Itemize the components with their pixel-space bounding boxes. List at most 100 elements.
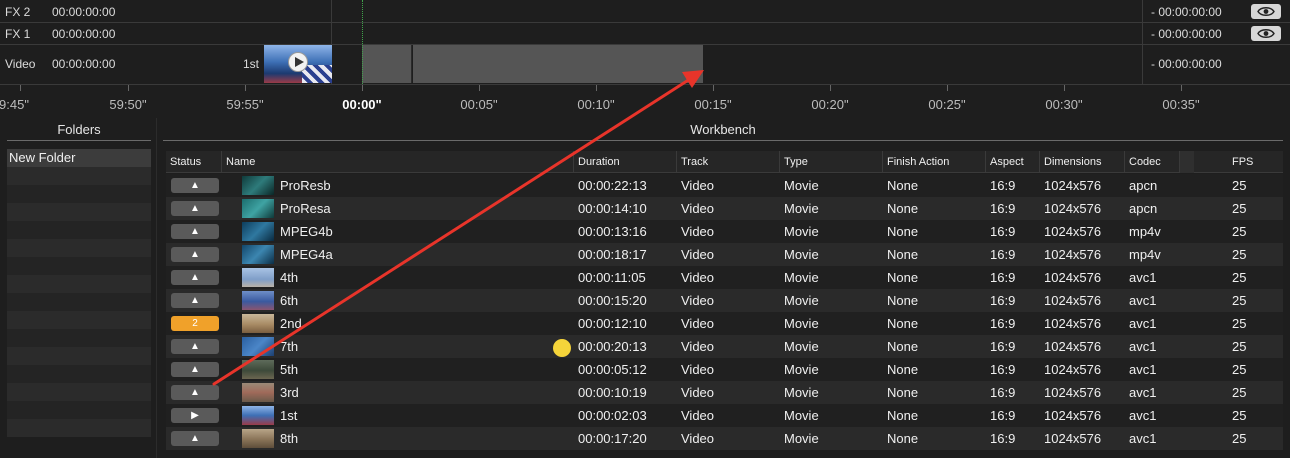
folders-panel: Folders New Folder — [7, 118, 151, 458]
column-header-aspect[interactable]: Aspect — [986, 151, 1040, 173]
timeline-clip[interactable] — [362, 45, 412, 83]
column-header-dimensions[interactable]: Dimensions — [1040, 151, 1125, 173]
cell-track: Video — [681, 385, 715, 400]
column-header-track[interactable]: Track — [677, 151, 780, 173]
time-ruler[interactable]: 9:45" 59:50" 59:55" 00:00" 00:05" 00:10"… — [0, 84, 1290, 118]
folder-empty-row — [7, 311, 151, 329]
status-button[interactable]: ▲ — [171, 431, 219, 446]
folder-item[interactable]: New Folder — [7, 149, 151, 167]
table-row[interactable]: ▲ ProResa 00:00:14:10 Video Movie None 1… — [166, 197, 1283, 220]
table-row[interactable]: ▲ 6th 00:00:15:20 Video Movie None 16:9 … — [166, 289, 1283, 312]
column-header-codec[interactable]: Codec — [1125, 151, 1180, 173]
eye-icon[interactable] — [1251, 4, 1281, 19]
cell-fps: 25 — [1232, 385, 1247, 400]
track-name: Video — [5, 57, 36, 71]
folder-empty-row — [7, 257, 151, 275]
cell-codec: avc1 — [1129, 408, 1157, 423]
ruler-label: 00:20" — [811, 97, 849, 112]
cell-dimensions: 1024x576 — [1044, 247, 1102, 262]
table-row[interactable]: ▲ 7th 00:00:20:13 Video Movie None 16:9 … — [166, 335, 1283, 358]
track-right-timecode: - 00:00:00:00 — [1151, 5, 1222, 19]
cell-track: Video — [681, 201, 715, 216]
column-header-fps[interactable]: FPS — [1228, 151, 1283, 173]
cell-track: Video — [681, 316, 715, 331]
folder-empty-row — [7, 293, 151, 311]
cell-dimensions: 1024x576 — [1044, 339, 1102, 354]
status-button[interactable]: ▲ — [171, 339, 219, 354]
track-right-timecode: - 00:00:00:00 — [1151, 27, 1222, 41]
panel-splitter[interactable] — [156, 118, 157, 458]
column-header-status[interactable]: Status — [166, 151, 222, 173]
table-row[interactable]: ▲ 5th 00:00:05:12 Video Movie None 16:9 … — [166, 358, 1283, 381]
cell-codec: avc1 — [1129, 385, 1157, 400]
table-row[interactable]: ▲ 4th 00:00:11:05 Video Movie None 16:9 … — [166, 266, 1283, 289]
status-button[interactable]: ▲ — [171, 362, 219, 377]
cell-aspect: 16:9 — [990, 270, 1016, 285]
column-header-duration[interactable]: Duration — [574, 151, 677, 173]
cell-type: Movie — [784, 408, 819, 423]
column-header-finish-action[interactable]: Finish Action — [883, 151, 986, 173]
track-right-panel: - 00:00:00:00 — [1142, 0, 1290, 22]
track-fx2[interactable]: FX 2 00:00:00:00 - 00:00:00:00 — [0, 0, 1290, 23]
cell-duration: 00:00:05:12 — [578, 362, 647, 377]
column-header-name[interactable]: Name — [222, 151, 574, 173]
ruler-tick — [128, 85, 129, 91]
cell-fps: 25 — [1232, 201, 1247, 216]
cell-fps: 25 — [1232, 247, 1247, 262]
cell-finish-action: None — [887, 385, 919, 400]
track-timecode: 00:00:00:00 — [52, 5, 116, 19]
clip-thumbnail — [242, 314, 274, 333]
cell-aspect: 16:9 — [990, 385, 1016, 400]
timeline-clip[interactable] — [413, 45, 703, 83]
status-button[interactable]: ▲ — [171, 385, 219, 400]
table-row[interactable]: ▲ MPEG4a 00:00:18:17 Video Movie None 16… — [166, 243, 1283, 266]
play-icon[interactable] — [288, 52, 308, 72]
table-row[interactable]: 2 2nd 00:00:12:10 Video Movie None 16:9 … — [166, 312, 1283, 335]
cell-duration: 00:00:12:10 — [578, 316, 647, 331]
status-button[interactable]: ▲ — [171, 201, 219, 216]
status-button[interactable]: ▲ — [171, 178, 219, 193]
cell-dimensions: 1024x576 — [1044, 201, 1102, 216]
table-row[interactable]: ▲ 3rd 00:00:10:19 Video Movie None 16:9 … — [166, 381, 1283, 404]
column-header-type[interactable]: Type — [780, 151, 883, 173]
track-timecode: 00:00:00:00 — [52, 27, 116, 41]
ruler-label: 00:35" — [1162, 97, 1200, 112]
cell-dimensions: 1024x576 — [1044, 316, 1102, 331]
workbench-panel: Workbench Status Name Duration Track Typ… — [163, 118, 1283, 458]
status-button[interactable]: ▲ — [171, 224, 219, 239]
track-right-panel: - 00:00:00:00 — [1142, 45, 1290, 84]
cell-finish-action: None — [887, 408, 919, 423]
cell-track: Video — [681, 408, 715, 423]
clip-thumbnail — [242, 222, 274, 241]
cell-finish-action: None — [887, 339, 919, 354]
cell-duration: 00:00:14:10 — [578, 201, 647, 216]
table-row[interactable]: ▶ 1st 00:00:02:03 Video Movie None 16:9 … — [166, 404, 1283, 427]
ruler-tick — [20, 85, 21, 91]
table-row[interactable]: ▲ 8th 00:00:17:20 Video Movie None 16:9 … — [166, 427, 1283, 450]
clip-thumbnail — [242, 429, 274, 448]
cell-finish-action: None — [887, 224, 919, 239]
folder-empty-row — [7, 329, 151, 347]
eye-icon[interactable] — [1251, 26, 1281, 41]
table-row[interactable]: ▲ MPEG4b 00:00:13:16 Video Movie None 16… — [166, 220, 1283, 243]
ruler-tick — [830, 85, 831, 91]
track-fx1[interactable]: FX 1 00:00:00:00 - 00:00:00:00 — [0, 23, 1290, 45]
status-button[interactable]: ▲ — [171, 293, 219, 308]
status-button[interactable]: ▶ — [171, 408, 219, 423]
cell-duration: 00:00:02:03 — [578, 408, 647, 423]
playhead[interactable] — [362, 0, 363, 84]
ruler-label: 9:45" — [0, 97, 29, 112]
status-button[interactable]: 2 — [171, 316, 219, 331]
cell-type: Movie — [784, 339, 819, 354]
table-row[interactable]: ▲ ProResb 00:00:22:13 Video Movie None 1… — [166, 174, 1283, 197]
ruler-tick — [947, 85, 948, 91]
clip-thumbnail — [242, 406, 274, 425]
cell-finish-action: None — [887, 247, 919, 262]
status-button[interactable]: ▲ — [171, 270, 219, 285]
ruler-label: 00:05" — [460, 97, 498, 112]
status-button[interactable]: ▲ — [171, 247, 219, 262]
cell-fps: 25 — [1232, 431, 1247, 446]
clip-name: MPEG4b — [280, 224, 333, 239]
cell-track: Video — [681, 178, 715, 193]
table-header: Status Name Duration Track Type Finish A… — [166, 151, 1283, 173]
